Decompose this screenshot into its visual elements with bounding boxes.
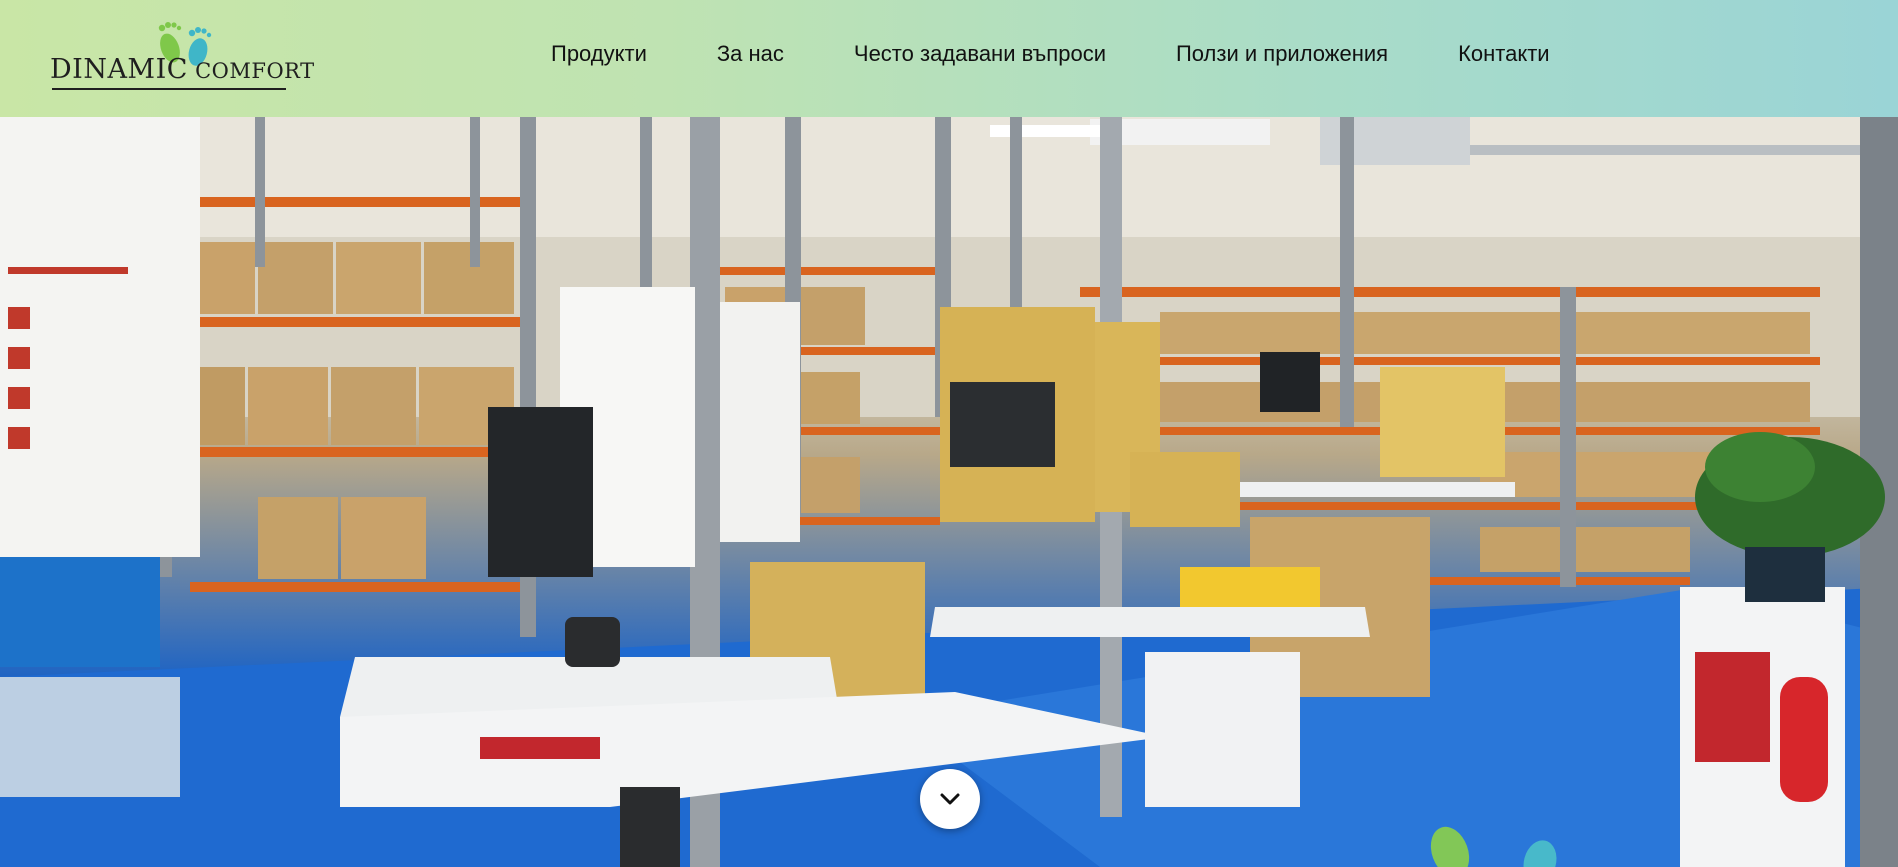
nav-item-faq[interactable]: Често задавани въпроси [854, 41, 1106, 67]
hero-section [0, 117, 1898, 867]
nav-item-about[interactable]: За нас [717, 41, 784, 67]
site-header: DINAMIC COMFORT Продукти За нас Често за… [0, 0, 1898, 117]
warehouse-photo [0, 117, 1898, 867]
nav-item-products[interactable]: Продукти [551, 41, 647, 67]
logo-text-main: DINAMIC [50, 54, 188, 85]
nav-item-contacts[interactable]: Контакти [1458, 41, 1550, 67]
logo[interactable]: DINAMIC COMFORT [50, 18, 314, 92]
logo-text-secondary: COMFORT [195, 59, 315, 83]
scroll-down-button[interactable] [920, 769, 980, 829]
logo-underline [52, 88, 286, 90]
main-nav: Продукти За нас Често задавани въпроси П… [551, 0, 1550, 107]
chevron-down-icon [940, 793, 960, 805]
logo-wordmark: DINAMIC COMFORT [50, 54, 315, 85]
nav-item-benefits[interactable]: Ползи и приложения [1176, 41, 1388, 67]
